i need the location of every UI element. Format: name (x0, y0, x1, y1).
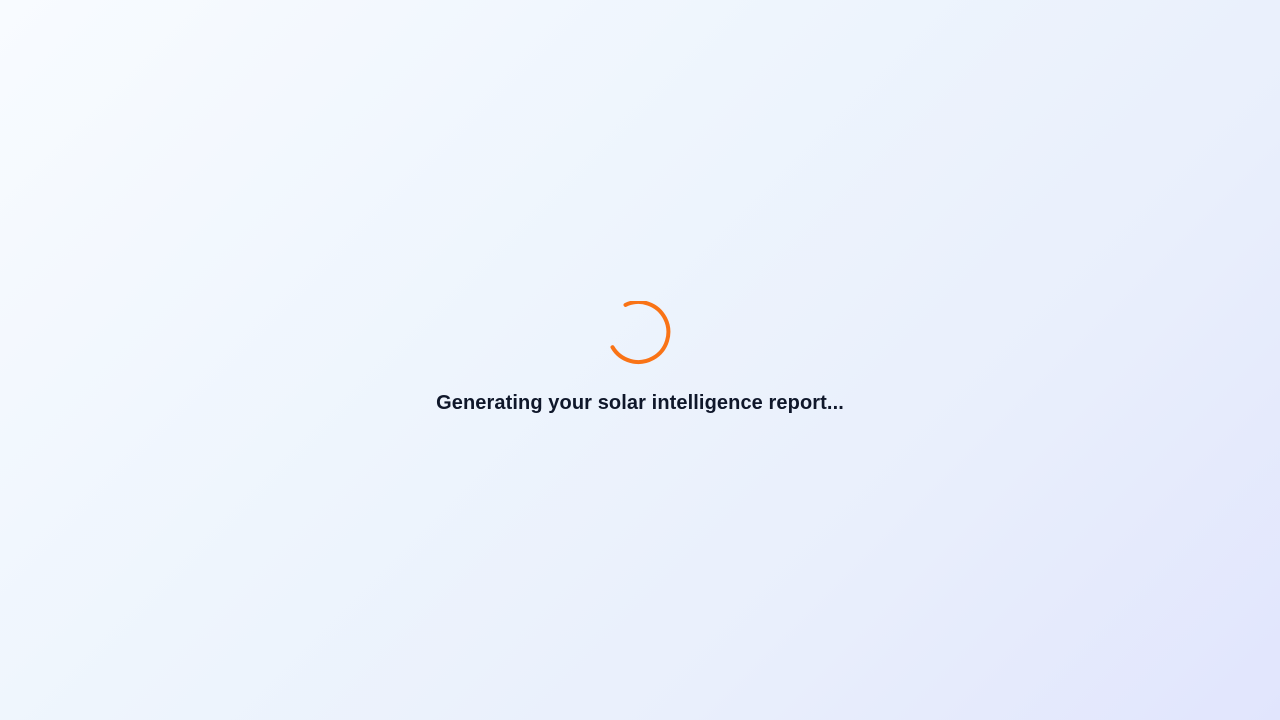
loading-spinner-icon (608, 301, 672, 365)
loading-screen: Generating your solar intelligence repor… (0, 0, 1280, 720)
loading-message: Generating your solar intelligence repor… (436, 392, 844, 414)
